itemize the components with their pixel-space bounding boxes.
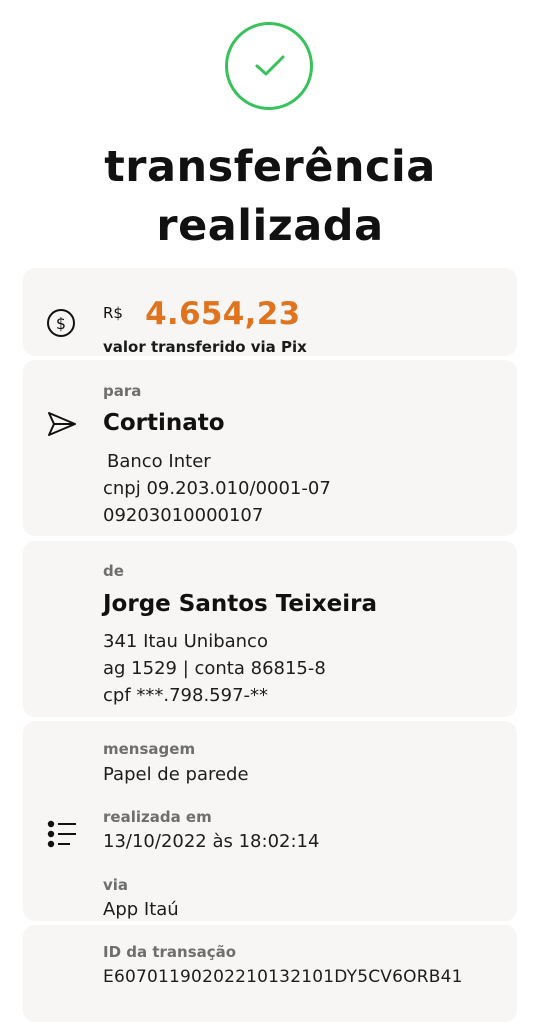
svg-text:$: $ [56, 314, 66, 333]
message-label: mensagem [103, 740, 196, 758]
recipient-label: para [103, 382, 142, 400]
message-value: Papel de parede [103, 764, 249, 785]
transaction-id-label: ID da transação [103, 943, 237, 961]
recipient-bank: Banco Inter [107, 451, 211, 472]
currency-symbol: R$ [103, 304, 123, 322]
channel-label: via [103, 876, 129, 894]
date-label: realizada em [103, 808, 212, 826]
sender-bank: 341 Itau Unibanco [103, 631, 268, 652]
amount-caption: valor transferido via Pix [103, 338, 307, 356]
page-title: transferência realizada [0, 138, 540, 256]
channel-value: App Itaú [103, 899, 179, 920]
sender-cpf: cpf ***.798.597-** [103, 685, 269, 706]
sender-name: Jorge Santos Teixeira [103, 591, 378, 617]
sender-card [23, 541, 517, 717]
success-check-icon [225, 22, 313, 110]
recipient-cnpj: cnpj 09.203.010/0001-07 [103, 478, 331, 499]
dollar-circle-icon: $ [46, 308, 76, 342]
list-icon [46, 818, 78, 854]
details-card [23, 721, 517, 921]
page-title-line-2: realizada [156, 201, 384, 251]
date-value: 13/10/2022 às 18:02:14 [103, 831, 320, 852]
sender-label: de [103, 562, 124, 580]
send-icon [46, 410, 78, 442]
page-title-line-1: transferência [104, 142, 436, 192]
transfer-amount: 4.654,23 [145, 296, 301, 332]
recipient-name: Cortinato [103, 410, 225, 436]
transaction-id-value: E60701190202210132101DY5CV6ORB41 [103, 967, 463, 987]
recipient-card [23, 360, 517, 536]
amount-row: R$ 4.654,23 [103, 296, 300, 332]
recipient-account: 09203010000107 [103, 505, 264, 526]
sender-account: ag 1529 | conta 86815-8 [103, 658, 326, 679]
